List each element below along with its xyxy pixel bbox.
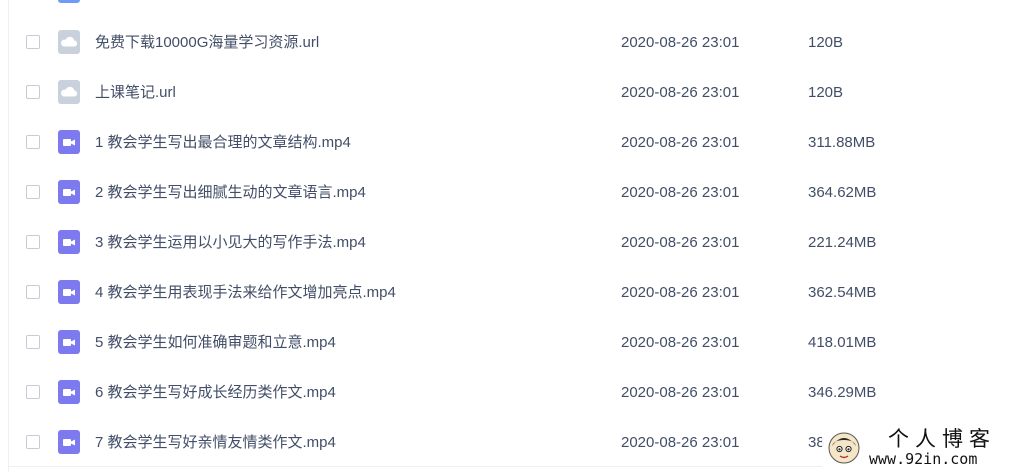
video-file-icon — [58, 180, 80, 204]
file-name[interactable]: 3 教会学生运用以小见大的写作手法.mp4 — [95, 233, 366, 253]
avatar-icon — [828, 432, 860, 464]
file-row[interactable]: 上课笔记.url 2020-08-26 23:01 120B — [0, 68, 1019, 118]
file-date: 2020-08-26 23:01 — [621, 34, 740, 51]
file-date: 2020-08-26 23:01 — [621, 234, 740, 251]
row-checkbox[interactable] — [26, 185, 40, 199]
file-name[interactable]: 免费下载10000G海量学习资源.url — [95, 33, 319, 53]
cloud-link-icon — [58, 80, 80, 104]
blog-watermark: 个人博客 www.92in.com — [822, 424, 1019, 472]
file-row[interactable]: 3 教会学生运用以小见大的写作手法.mp4 2020-08-26 23:01 2… — [0, 218, 1019, 268]
row-checkbox[interactable] — [26, 235, 40, 249]
file-name[interactable]: 上课笔记.url — [95, 83, 176, 103]
watermark-url: www.92in.com — [869, 450, 978, 468]
watermark-title: 个人博客 — [888, 427, 996, 451]
file-size: 346.29MB — [808, 384, 877, 401]
row-checkbox[interactable] — [26, 435, 40, 449]
cloud-link-icon — [58, 30, 80, 54]
row-checkbox[interactable] — [26, 85, 40, 99]
file-list: 免费下载10000G海量学习资源.url 2020-08-26 23:01 12… — [0, 0, 1019, 472]
row-checkbox[interactable] — [26, 35, 40, 49]
file-name[interactable]: 1 教会学生写出最合理的文章结构.mp4 — [95, 133, 351, 153]
file-row[interactable]: 5 教会学生如何准确审题和立意.mp4 2020-08-26 23:01 418… — [0, 318, 1019, 368]
file-size: 221.24MB — [808, 234, 877, 251]
file-row[interactable]: 1 教会学生写出最合理的文章结构.mp4 2020-08-26 23:01 31… — [0, 118, 1019, 168]
file-name[interactable]: 2 教会学生写出细腻生动的文章语言.mp4 — [95, 183, 366, 203]
file-name[interactable]: 5 教会学生如何准确审题和立意.mp4 — [95, 333, 336, 353]
file-size: 120B — [808, 34, 844, 51]
video-file-icon — [58, 130, 80, 154]
row-checkbox[interactable] — [26, 135, 40, 149]
file-row[interactable]: 免费下载10000G海量学习资源.url 2020-08-26 23:01 12… — [0, 18, 1019, 68]
file-date: 2020-08-26 23:01 — [621, 334, 740, 351]
video-file-icon — [58, 380, 80, 404]
file-date: 2020-08-26 23:01 — [621, 84, 740, 101]
file-date: 2020-08-26 23:01 — [621, 184, 740, 201]
video-file-icon — [58, 430, 80, 454]
file-date: 2020-08-26 23:01 — [621, 134, 740, 151]
file-size: 120B — [808, 84, 844, 101]
file-row[interactable]: 4 教会学生用表现手法来给作文增加亮点.mp4 2020-08-26 23:01… — [0, 268, 1019, 318]
folder-icon — [58, 0, 80, 3]
file-size: 311.88MB — [808, 134, 876, 151]
file-size: 418.01MB — [808, 334, 877, 351]
file-row[interactable]: 2 教会学生写出细腻生动的文章语言.mp4 2020-08-26 23:01 3… — [0, 168, 1019, 218]
file-name[interactable]: 6 教会学生写好成长经历类作文.mp4 — [95, 383, 336, 403]
row-checkbox[interactable] — [26, 285, 40, 299]
file-date: 2020-08-26 23:01 — [621, 284, 740, 301]
video-file-icon — [58, 330, 80, 354]
row-checkbox[interactable] — [26, 385, 40, 399]
file-row-partial[interactable] — [0, 0, 1019, 17]
row-checkbox[interactable] — [26, 335, 40, 349]
file-size: 362.54MB — [808, 284, 877, 301]
video-file-icon — [58, 230, 80, 254]
file-name[interactable]: 4 教会学生用表现手法来给作文增加亮点.mp4 — [95, 283, 396, 303]
file-date: 2020-08-26 23:01 — [621, 384, 740, 401]
file-size: 364.62MB — [808, 184, 877, 201]
file-name[interactable]: 7 教会学生写好亲情友情类作文.mp4 — [95, 433, 336, 453]
file-date: 2020-08-26 23:01 — [621, 434, 740, 451]
video-file-icon — [58, 280, 80, 304]
file-row[interactable]: 6 教会学生写好成长经历类作文.mp4 2020-08-26 23:01 346… — [0, 368, 1019, 418]
